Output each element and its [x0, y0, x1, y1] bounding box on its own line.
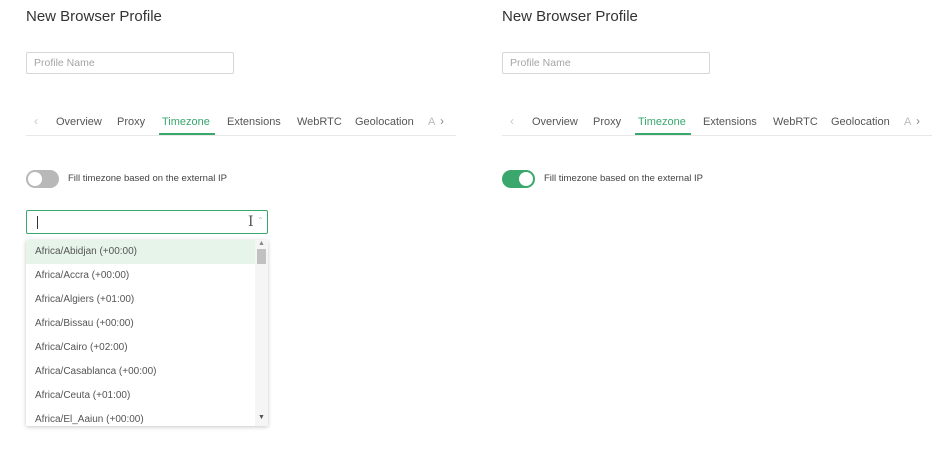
timezone-search-input[interactable] — [35, 214, 245, 230]
timezone-option[interactable]: Africa/Ceuta (+01:00) — [26, 384, 255, 408]
tab-truncated[interactable]: A — [904, 116, 911, 128]
fill-timezone-label: Fill timezone based on the external IP — [68, 173, 227, 184]
scroll-down-arrow-icon[interactable]: ▼ — [258, 414, 265, 421]
tab-extensions[interactable]: Extensions — [703, 116, 757, 128]
chevron-up-icon[interactable]: ⌃ — [257, 216, 264, 225]
toggle-knob — [28, 172, 42, 186]
profile-panel-right: New Browser Profile ‹ Overview Proxy Tim… — [476, 0, 932, 454]
profile-panel-left: New Browser Profile ‹ Overview Proxy Tim… — [0, 0, 456, 454]
scroll-up-arrow-icon[interactable]: ▲ — [258, 240, 265, 247]
chevron-right-icon[interactable]: › — [916, 114, 920, 128]
timezone-option[interactable]: Africa/Bissau (+00:00) — [26, 312, 255, 336]
active-tab-indicator — [635, 133, 691, 135]
tab-webrtc[interactable]: WebRTC — [773, 116, 818, 128]
fill-timezone-toggle[interactable] — [502, 170, 535, 188]
tab-proxy[interactable]: Proxy — [593, 116, 621, 128]
tab-truncated[interactable]: A — [428, 116, 435, 128]
timezone-option[interactable]: Africa/Cairo (+02:00) — [26, 336, 255, 360]
tab-overview[interactable]: Overview — [532, 116, 578, 128]
timezone-option[interactable]: Africa/Casablanca (+00:00) — [26, 360, 255, 384]
timezone-option[interactable]: Africa/Abidjan (+00:00) — [26, 240, 255, 264]
text-cursor-icon: I — [248, 214, 254, 230]
toggle-knob — [519, 172, 533, 186]
tab-bar: ‹ Overview Proxy Timezone Extensions Web… — [26, 110, 456, 136]
text-caret — [37, 216, 38, 229]
fill-timezone-label: Fill timezone based on the external IP — [544, 173, 703, 184]
tab-proxy[interactable]: Proxy — [117, 116, 145, 128]
tab-extensions[interactable]: Extensions — [227, 116, 281, 128]
tab-overview[interactable]: Overview — [56, 116, 102, 128]
tab-timezone[interactable]: Timezone — [638, 116, 686, 128]
tab-geolocation[interactable]: Geolocation — [355, 116, 414, 128]
fill-timezone-toggle[interactable] — [26, 170, 59, 188]
chevron-left-icon[interactable]: ‹ — [510, 114, 514, 128]
page-title: New Browser Profile — [26, 8, 162, 25]
scroll-thumb[interactable] — [257, 249, 266, 264]
profile-name-input[interactable] — [502, 52, 710, 74]
timezone-dropdown-list: Africa/Abidjan (+00:00) Africa/Accra (+0… — [26, 240, 268, 426]
timezone-option[interactable]: Africa/Accra (+00:00) — [26, 264, 255, 288]
chevron-right-icon[interactable]: › — [440, 114, 444, 128]
profile-name-input[interactable] — [26, 52, 234, 74]
timezone-select[interactable]: I ⌃ — [26, 210, 268, 234]
dropdown-scrollbar[interactable]: ▲ ▼ — [255, 240, 268, 426]
timezone-option[interactable]: Africa/Algiers (+01:00) — [26, 288, 255, 312]
tab-geolocation[interactable]: Geolocation — [831, 116, 890, 128]
chevron-left-icon[interactable]: ‹ — [34, 114, 38, 128]
tab-bar: ‹ Overview Proxy Timezone Extensions Web… — [502, 110, 932, 136]
active-tab-indicator — [159, 133, 215, 135]
tab-webrtc[interactable]: WebRTC — [297, 116, 342, 128]
tab-timezone[interactable]: Timezone — [162, 116, 210, 128]
timezone-option[interactable]: Africa/El_Aaiun (+00:00) — [26, 408, 255, 426]
page-title: New Browser Profile — [502, 8, 638, 25]
